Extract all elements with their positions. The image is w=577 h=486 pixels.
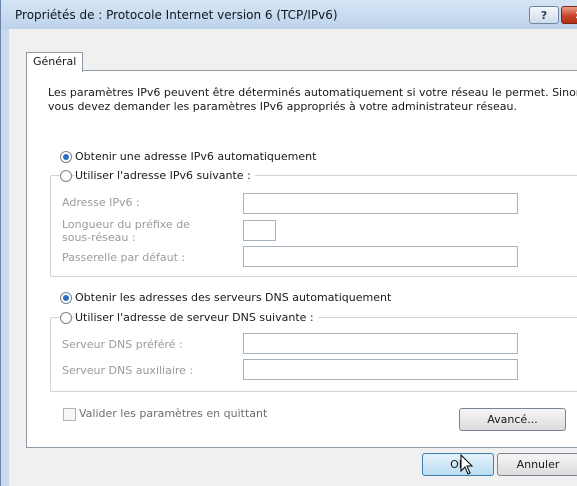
- help-icon: ?: [540, 8, 548, 22]
- gateway-label: Passerelle par défaut :: [62, 251, 186, 264]
- dns-auto-radio[interactable]: [60, 292, 72, 304]
- prefix-label-line2: sous-réseau :: [62, 231, 136, 244]
- intro-text: Les paramètres IPv6 peuvent être détermi…: [48, 86, 577, 114]
- advanced-button-label: Avancé...: [487, 413, 538, 426]
- title-bar[interactable]: Propriétés de : Protocole Internet versi…: [1, 0, 577, 29]
- dns-manual-label[interactable]: Utiliser l'adresse de serveur DNS suivan…: [75, 311, 318, 324]
- ipv6-address-field[interactable]: [243, 193, 518, 214]
- prefix-label-line1: Longueur du préfixe de: [62, 218, 190, 231]
- tab-general-label: Général: [33, 55, 77, 68]
- preferred-dns-label: Serveur DNS préféré :: [62, 338, 183, 351]
- intro-line-2: vous devez demander les paramètres IPv6 …: [48, 100, 517, 113]
- validate-label[interactable]: Valider les paramètres en quittant: [79, 407, 267, 420]
- tab-general[interactable]: Général: [26, 52, 83, 72]
- cancel-button[interactable]: Annuler: [497, 453, 577, 476]
- dns-manual-radio[interactable]: [60, 312, 72, 324]
- ip-manual-label[interactable]: Utiliser l'adresse IPv6 suivante :: [75, 169, 255, 182]
- validate-checkbox[interactable]: [63, 408, 76, 421]
- help-button[interactable]: ?: [529, 6, 559, 24]
- dns-manual-group: [50, 317, 577, 392]
- window-title: Propriétés de : Protocole Internet versi…: [15, 8, 338, 22]
- advanced-button[interactable]: Avancé...: [459, 408, 566, 431]
- ip-manual-radio[interactable]: [60, 170, 72, 182]
- prefix-length-field[interactable]: [243, 220, 276, 241]
- close-button[interactable]: ✕: [561, 6, 577, 24]
- ipv6-address-label: Adresse IPv6 :: [62, 196, 140, 209]
- alternate-dns-label: Serveur DNS auxiliaire :: [62, 364, 194, 377]
- ip-auto-label[interactable]: Obtenir une adresse IPv6 automatiquement: [75, 150, 316, 163]
- cancel-button-label: Annuler: [516, 458, 560, 471]
- intro-line-1: Les paramètres IPv6 peuvent être détermi…: [48, 86, 577, 99]
- alternate-dns-field[interactable]: [243, 359, 518, 380]
- ok-button[interactable]: OK: [422, 453, 494, 476]
- ip-auto-radio[interactable]: [60, 151, 72, 163]
- preferred-dns-field[interactable]: [243, 333, 518, 354]
- gateway-field[interactable]: [243, 246, 518, 267]
- dns-auto-label[interactable]: Obtenir les adresses des serveurs DNS au…: [75, 291, 391, 304]
- mouse-cursor-icon: [460, 454, 474, 475]
